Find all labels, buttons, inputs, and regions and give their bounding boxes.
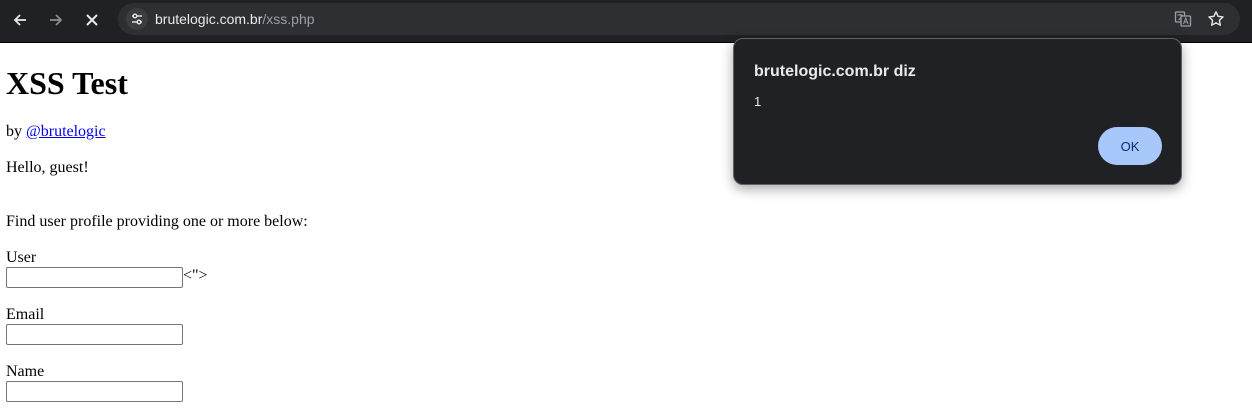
- close-icon[interactable]: [78, 6, 106, 34]
- find-instructions: Find user profile providing one or more …: [6, 213, 308, 230]
- byline-prefix: by: [6, 123, 26, 140]
- translate-icon[interactable]: [1173, 9, 1193, 29]
- ok-button[interactable]: OK: [1098, 127, 1162, 165]
- browser-toolbar: brutelogic.com.br/xss.php: [0, 0, 1252, 43]
- name-input[interactable]: [6, 381, 183, 402]
- byline: by @brutelogic: [6, 123, 106, 141]
- email-input[interactable]: [6, 324, 183, 345]
- star-icon[interactable]: [1206, 9, 1226, 29]
- url-text[interactable]: brutelogic.com.br/xss.php: [155, 10, 315, 28]
- injected-text: <">: [183, 267, 208, 284]
- forward-arrow-icon[interactable]: [42, 6, 70, 34]
- user-input[interactable]: [6, 267, 183, 288]
- user-label: User: [6, 249, 37, 266]
- back-arrow-icon[interactable]: [6, 6, 34, 34]
- dialog-title: brutelogic.com.br diz: [754, 63, 916, 80]
- page-title: XSS Test: [6, 65, 128, 101]
- email-label: Email: [6, 306, 45, 323]
- address-bar[interactable]: brutelogic.com.br/xss.php: [118, 3, 1240, 35]
- alert-dialog: brutelogic.com.br diz 1 OK: [733, 38, 1182, 185]
- author-link[interactable]: @brutelogic: [26, 123, 106, 140]
- url-host: brutelogic.com.br: [155, 11, 263, 27]
- tune-icon[interactable]: [126, 8, 148, 30]
- greeting-text: Hello, guest!: [6, 159, 89, 176]
- dialog-message: 1: [754, 94, 762, 109]
- name-label: Name: [6, 363, 45, 380]
- url-path: /xss.php: [262, 11, 315, 27]
